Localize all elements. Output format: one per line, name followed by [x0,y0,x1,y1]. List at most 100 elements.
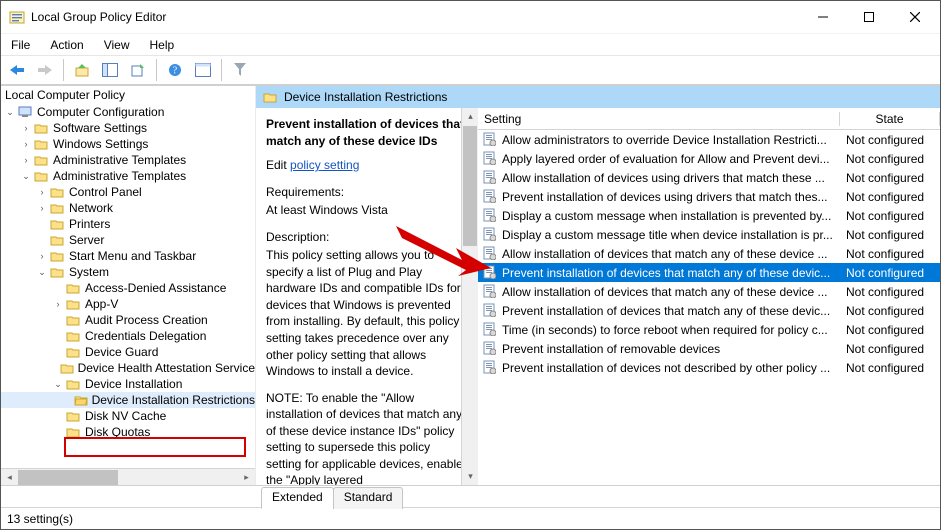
list-row[interactable]: Prevent installation of devices using dr… [478,187,940,206]
tree-windows-settings[interactable]: Windows Settings [53,137,148,151]
tree-network[interactable]: Network [69,201,113,215]
content-header: Device Installation Restrictions [256,86,940,108]
list-row[interactable]: Display a custom message title when devi… [478,225,940,244]
tree-start-menu[interactable]: Start Menu and Taskbar [69,249,196,263]
export-button[interactable] [126,58,150,82]
toolbar: ? [1,55,940,85]
menu-view[interactable]: View [96,36,138,54]
list-row[interactable]: Allow installation of devices that match… [478,282,940,301]
tree-control-panel[interactable]: Control Panel [69,185,142,199]
list-row[interactable]: Allow installation of devices that match… [478,244,940,263]
folder-icon [65,313,81,327]
list-row-text: Time (in seconds) to force reboot when r… [502,323,840,337]
list-row-state: Not configured [840,285,940,299]
description-text-2: NOTE: To enable the "Allow installation … [266,390,467,485]
list-row[interactable]: Prevent installation of removable device… [478,339,940,358]
list-row[interactable]: Prevent installation of devices not desc… [478,358,940,377]
tree-admin-templates-2[interactable]: Administrative Templates [53,169,186,183]
list-row-state: Not configured [840,171,940,185]
folder-icon [65,377,81,391]
tree-device-install-restrictions[interactable]: Device Installation Restrictions [92,393,255,407]
tree-horizontal-scrollbar[interactable]: ◂ ▸ [1,468,255,485]
folder-icon [33,153,49,167]
edit-policy-link[interactable]: policy setting [290,158,359,172]
list-row-state: Not configured [840,133,940,147]
tree-device-installation[interactable]: Device Installation [85,377,182,391]
tree-computer-configuration[interactable]: Computer Configuration [37,105,164,119]
list-row-state: Not configured [840,152,940,166]
list-row[interactable]: Apply layered order of evaluation for Al… [478,149,940,168]
list-row[interactable]: Prevent installation of devices that mat… [478,301,940,320]
tree-software-settings[interactable]: Software Settings [53,121,147,135]
scroll-up-icon[interactable]: ▴ [462,108,478,125]
folder-icon [60,361,74,375]
settings-list[interactable]: Setting State Allow administrators to ov… [478,108,940,485]
tree-disk-nv[interactable]: Disk NV Cache [85,409,166,423]
tree-credentials[interactable]: Credentials Delegation [85,329,206,343]
column-state[interactable]: State [840,112,940,126]
list-row-text: Prevent installation of removable device… [502,342,840,356]
maximize-button[interactable] [846,1,892,33]
list-row-text: Allow installation of devices using driv… [502,171,840,185]
tree-device-health[interactable]: Device Health Attestation Service [78,361,255,375]
statusbar: 13 setting(s) [1,507,940,529]
tab-extended[interactable]: Extended [261,487,334,509]
list-row-text: Display a custom message when installati… [502,209,840,223]
tab-standard[interactable]: Standard [333,487,404,509]
list-row-text: Apply layered order of evaluation for Al… [502,152,840,166]
svg-text:?: ? [173,66,178,77]
tree-system[interactable]: System [69,265,109,279]
list-row-state: Not configured [840,247,940,261]
list-row[interactable]: Allow administrators to override Device … [478,130,940,149]
scroll-down-icon[interactable]: ▾ [462,468,478,485]
folder-icon [49,201,65,215]
tree-device-guard[interactable]: Device Guard [85,345,158,359]
tree-access-denied[interactable]: Access-Denied Assistance [85,281,226,295]
list-row[interactable]: Prevent installation of devices that mat… [478,263,940,282]
filter-button[interactable] [228,58,252,82]
list-row-text: Prevent installation of devices using dr… [502,190,840,204]
list-row[interactable]: Time (in seconds) to force reboot when r… [478,320,940,339]
up-button[interactable] [70,58,94,82]
folder-icon [33,121,49,135]
tree-audit-process[interactable]: Audit Process Creation [85,313,208,327]
minimize-button[interactable] [800,1,846,33]
list-row-state: Not configured [840,304,940,318]
requirements-value: At least Windows Vista [266,202,467,219]
tree-admin-templates-1[interactable]: Administrative Templates [53,153,186,167]
policy-item-icon [482,132,498,148]
menu-file[interactable]: File [3,36,38,54]
list-row-state: Not configured [840,361,940,375]
tree-root-label[interactable]: Local Computer Policy [1,86,255,104]
list-row-text: Prevent installation of devices not desc… [502,361,840,375]
window-title: Local Group Policy Editor [31,10,800,24]
description-text-1: This policy setting allows you to specif… [266,247,467,379]
forward-button[interactable] [33,58,57,82]
list-row-state: Not configured [840,342,940,356]
back-button[interactable] [5,58,29,82]
menu-action[interactable]: Action [42,36,91,54]
scroll-right-icon[interactable]: ▸ [238,469,255,486]
edit-label-prefix: Edit [266,158,290,172]
list-row[interactable]: Display a custom message when installati… [478,206,940,225]
help-button[interactable]: ? [163,58,187,82]
close-button[interactable] [892,1,938,33]
content-header-title: Device Installation Restrictions [284,90,447,104]
list-row-text: Allow installation of devices that match… [502,285,840,299]
scroll-left-icon[interactable]: ◂ [1,469,18,486]
properties-button[interactable] [191,58,215,82]
policy-tree[interactable]: ⌄Computer Configuration ›Software Settin… [1,104,255,468]
menubar: File Action View Help [1,33,940,55]
column-setting[interactable]: Setting [478,112,840,126]
tree-app-v[interactable]: App-V [85,297,118,311]
menu-help[interactable]: Help [142,36,183,54]
list-row[interactable]: Allow installation of devices using driv… [478,168,940,187]
help-vertical-scrollbar[interactable]: ▴ ▾ [461,108,477,485]
requirements-label: Requirements: [266,184,467,201]
show-tree-button[interactable] [98,58,122,82]
folder-icon [33,137,49,151]
folder-icon [65,345,81,359]
tree-printers[interactable]: Printers [69,217,110,231]
tree-server[interactable]: Server [69,233,104,247]
folder-icon [49,249,65,263]
